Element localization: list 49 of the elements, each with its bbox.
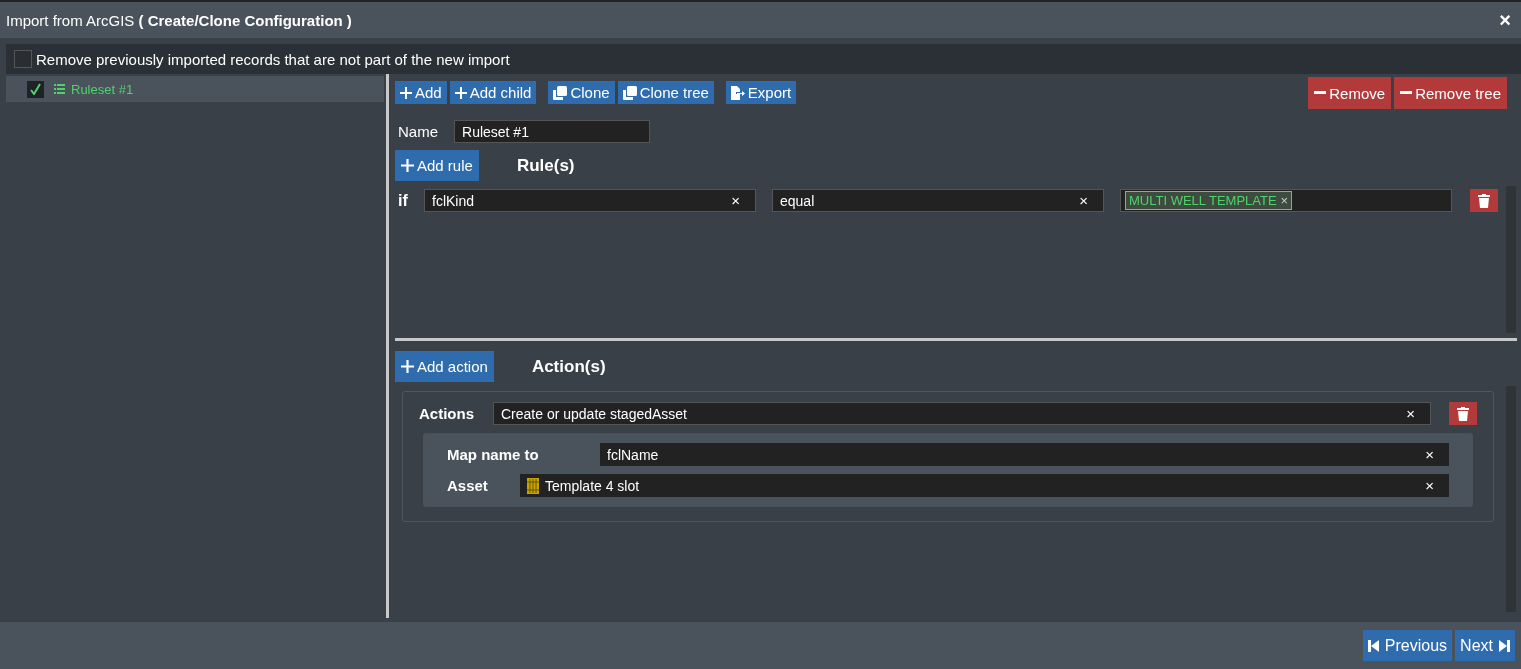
plus-icon <box>400 86 412 99</box>
template-icon <box>527 477 539 494</box>
trash-icon <box>1457 406 1469 421</box>
nav-button[interactable]: Next <box>1455 630 1515 661</box>
name-field[interactable]: Ruleset #1 <box>454 120 650 143</box>
skip-forward-icon <box>1499 639 1510 652</box>
toolbar-button[interactable]: Add <box>395 81 447 104</box>
toolbar-button[interactable]: Clone tree <box>617 81 714 104</box>
plus-icon <box>401 360 414 373</box>
rules-heading: Rule(s) <box>516 155 575 176</box>
mapping-select[interactable]: Template 4 slot × <box>520 474 1449 497</box>
delete-button[interactable] <box>1470 189 1498 212</box>
checkbox[interactable] <box>14 50 32 68</box>
close-button[interactable]: × <box>1495 8 1515 32</box>
actions-label: Actions <box>419 405 475 422</box>
copy-icon <box>553 85 568 100</box>
plus-icon <box>401 159 414 172</box>
add-rule-button[interactable]: Add rule <box>395 150 479 181</box>
minus-icon <box>1314 91 1327 95</box>
mapping-label: Map name to <box>447 446 540 463</box>
window-title: Import from ArcGIS ( Create/Clone Configuration ) <box>6 11 352 29</box>
name-label: Name <box>398 123 438 140</box>
trash-icon <box>1478 193 1490 208</box>
nav-button[interactable]: Previous <box>1362 630 1453 661</box>
export-icon <box>730 85 745 100</box>
checkbox-label: Remove previously imported records that are not part of the new import <box>36 50 510 68</box>
toolbar-button[interactable]: Export <box>725 81 797 104</box>
if-keyword: if <box>398 191 408 210</box>
toolbar-button[interactable]: Clone <box>548 81 615 104</box>
toolbar-button[interactable]: Remove <box>1308 77 1392 109</box>
skip-back-icon <box>1367 639 1379 652</box>
actions-heading: Action(s) <box>531 356 606 377</box>
field-select[interactable]: fclKind × <box>424 189 756 212</box>
list-icon <box>54 84 65 94</box>
action-select[interactable]: Create or update stagedAsset × <box>493 402 1431 425</box>
plus-icon <box>454 86 467 99</box>
value-select[interactable]: MULTI WELL TEMPLATE × <box>1120 189 1452 212</box>
delete-button[interactable] <box>1449 402 1477 425</box>
toolbar-button[interactable]: Remove tree <box>1394 77 1507 109</box>
tree-item[interactable]: Ruleset #1 <box>6 76 384 102</box>
mapping-select[interactable]: fclName × <box>600 443 1449 466</box>
copy-icon <box>622 85 637 100</box>
operator-select[interactable]: equal × <box>772 189 1104 212</box>
minus-icon <box>1400 91 1413 95</box>
value-tag: MULTI WELL TEMPLATE × <box>1125 191 1293 210</box>
toolbar-button[interactable]: Add child <box>449 81 537 104</box>
add-action-button[interactable]: Add action <box>395 351 494 382</box>
checkbox[interactable] <box>27 80 44 98</box>
mapping-label: Asset <box>447 477 489 494</box>
